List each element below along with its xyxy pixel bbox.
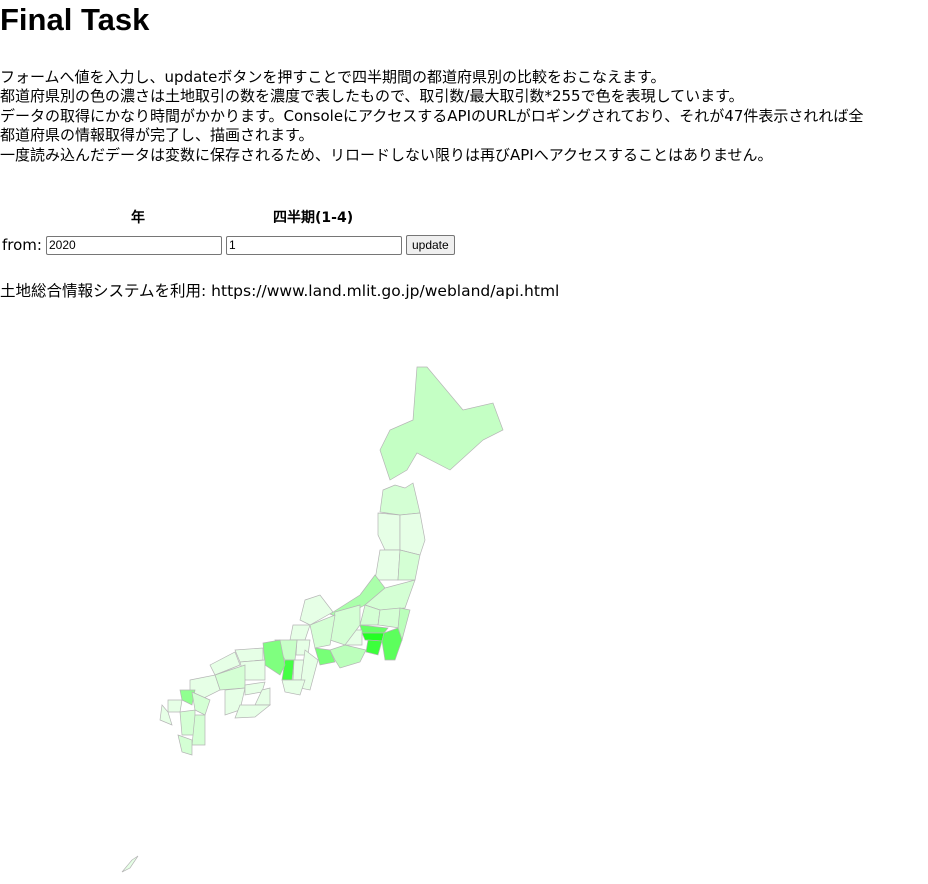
quarter-input[interactable] (225, 235, 402, 255)
page-title: Final Task (0, 2, 150, 37)
prefecture-kagoshima (177, 734, 193, 756)
prefecture-akita (377, 512, 401, 551)
description-line: 都道府県の情報取得が完了し、描画されます。 (0, 126, 314, 145)
prefecture-kumamoto (179, 709, 196, 736)
year-header: 年 (131, 210, 145, 226)
prefecture-kanagawa (365, 639, 383, 656)
prefecture-aomori (379, 482, 421, 516)
japan-map (121, 366, 504, 873)
prefecture-shizuoka (329, 644, 367, 669)
description-line: フォームへ値を入力し、updateボタンを押すことで四半期間の都道府県別の比較を… (0, 68, 666, 86)
description-line: 一度読み込んだデータは変数に保存されるため、リロードしない限りは再びAPIへアク… (0, 145, 773, 164)
prefecture-tottori (234, 647, 264, 663)
description: フォームへ値を入力し、updateボタンを押すことで四半期間の都道府県別の比較を… (0, 68, 928, 165)
description-line: 都道府県別の色の濃さは土地取引の数を濃度で表したもので、取引数/最大取引数*25… (0, 87, 744, 106)
prefecture-yamagata (374, 549, 401, 581)
prefecture-iwate (399, 512, 426, 556)
prefecture-fukui (289, 624, 311, 641)
prefecture-hokkaido (379, 366, 504, 481)
prefecture-miyagi (397, 549, 421, 581)
quarter-header: 四半期(1-4) (273, 210, 354, 226)
from-label: from: (2, 236, 42, 254)
prefecture-tokyo (361, 632, 385, 642)
prefecture-tochigi (377, 607, 401, 629)
prefecture-saitama (359, 624, 389, 634)
prefecture-okinawa (121, 855, 139, 873)
update-button[interactable]: update (405, 235, 455, 255)
source-note: 土地総合情報システムを利用: https://www.land.mlit.go.… (0, 282, 560, 300)
prefecture-kochi (234, 704, 271, 719)
prefecture-chiba (381, 627, 403, 661)
prefecture-wakayama (281, 679, 306, 696)
prefecture-saga (167, 699, 183, 713)
description-line: データの取得にかなり時間がかかります。ConsoleにアクセスするAPIのURL… (0, 106, 864, 125)
year-input[interactable] (45, 235, 222, 255)
